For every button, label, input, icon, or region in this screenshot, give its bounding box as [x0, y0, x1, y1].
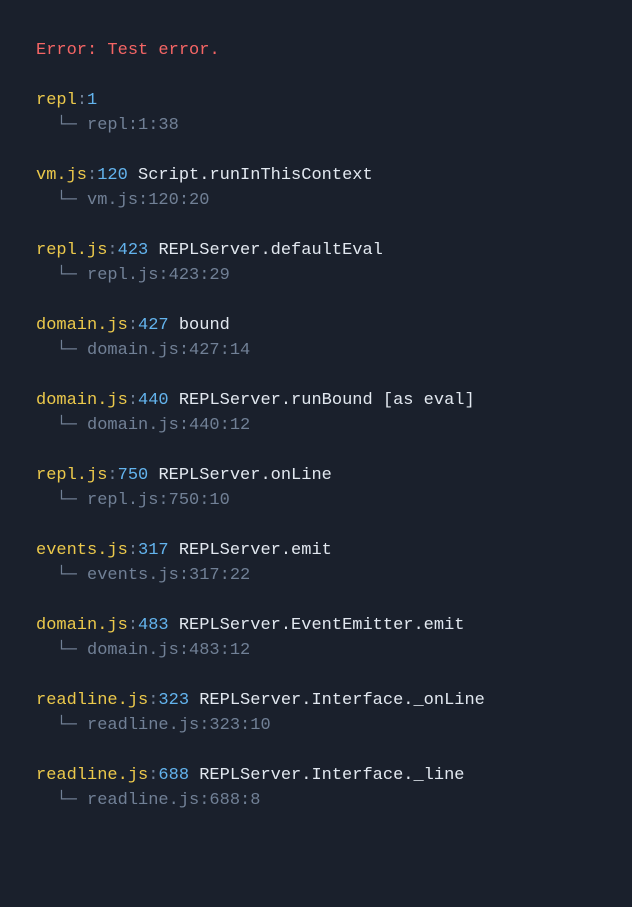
- error-message: Test error.: [107, 41, 219, 60]
- tree-icon: └─: [36, 491, 87, 510]
- stack-frame: domain.js:483 REPLServer.EventEmitter.em…: [36, 613, 596, 664]
- frame-method: bound: [179, 316, 230, 335]
- tree-icon: └─: [36, 716, 87, 735]
- frame-file: readline.js: [36, 691, 148, 710]
- frame-line: 750: [118, 466, 149, 485]
- stack-frame: repl.js:423 REPLServer.defaultEval └─ re…: [36, 238, 596, 289]
- frame-line: 440: [138, 391, 169, 410]
- frame-line: 120: [97, 166, 128, 185]
- frame-line: 423: [118, 241, 149, 260]
- frame-source-line: └─ domain.js:440:12: [36, 413, 596, 439]
- frame-source-line: └─ events.js:317:22: [36, 563, 596, 589]
- stack-frame: domain.js:427 bound └─ domain.js:427:14: [36, 313, 596, 364]
- frame-source: domain.js:427:14: [87, 341, 250, 360]
- frame-file: domain.js: [36, 391, 128, 410]
- stack-frame: repl.js:750 REPLServer.onLine └─ repl.js…: [36, 463, 596, 514]
- frame-top-line: vm.js:120 Script.runInThisContext: [36, 163, 596, 189]
- frame-method: Script.runInThisContext: [138, 166, 373, 185]
- frame-method: REPLServer.Interface._onLine: [199, 691, 485, 710]
- frame-method: REPLServer.runBound [as eval]: [179, 391, 475, 410]
- stack-frame: readline.js:323 REPLServer.Interface._on…: [36, 688, 596, 739]
- frame-source: repl:1:38: [87, 116, 179, 135]
- frame-file: repl.js: [36, 241, 107, 260]
- stack-trace: repl:1 └─ repl:1:38 vm.js:120 Script.run…: [36, 88, 596, 814]
- frame-source: readline.js:323:10: [87, 716, 271, 735]
- frame-source-line: └─ repl.js:750:10: [36, 488, 596, 514]
- error-line: Error: Test error.: [36, 38, 596, 64]
- frame-source: domain.js:483:12: [87, 641, 250, 660]
- frame-top-line: domain.js:427 bound: [36, 313, 596, 339]
- frame-method: REPLServer.defaultEval: [158, 241, 382, 260]
- frame-file: domain.js: [36, 316, 128, 335]
- frame-top-line: domain.js:440 REPLServer.runBound [as ev…: [36, 388, 596, 414]
- tree-icon: └─: [36, 191, 87, 210]
- error-prefix: Error:: [36, 41, 97, 60]
- frame-line: 688: [158, 766, 189, 785]
- frame-file: readline.js: [36, 766, 148, 785]
- frame-source: readline.js:688:8: [87, 791, 260, 810]
- frame-file: vm.js: [36, 166, 87, 185]
- frame-file: events.js: [36, 541, 128, 560]
- tree-icon: └─: [36, 116, 87, 135]
- stack-frame: events.js:317 REPLServer.emit └─ events.…: [36, 538, 596, 589]
- frame-source-line: └─ readline.js:323:10: [36, 713, 596, 739]
- tree-icon: └─: [36, 791, 87, 810]
- tree-icon: └─: [36, 416, 87, 435]
- frame-method: REPLServer.Interface._line: [199, 766, 464, 785]
- stack-frame: domain.js:440 REPLServer.runBound [as ev…: [36, 388, 596, 439]
- frame-file: repl.js: [36, 466, 107, 485]
- frame-line: 483: [138, 616, 169, 635]
- frame-source: domain.js:440:12: [87, 416, 250, 435]
- frame-source-line: └─ domain.js:427:14: [36, 338, 596, 364]
- frame-source-line: └─ vm.js:120:20: [36, 188, 596, 214]
- frame-top-line: repl.js:423 REPLServer.defaultEval: [36, 238, 596, 264]
- frame-source-line: └─ readline.js:688:8: [36, 788, 596, 814]
- frame-method: REPLServer.onLine: [158, 466, 331, 485]
- frame-line: 1: [87, 91, 97, 110]
- frame-source: repl.js:750:10: [87, 491, 230, 510]
- frame-source: vm.js:120:20: [87, 191, 209, 210]
- stack-frame: vm.js:120 Script.runInThisContext └─ vm.…: [36, 163, 596, 214]
- tree-icon: └─: [36, 266, 87, 285]
- frame-top-line: repl:1: [36, 88, 596, 114]
- frame-source-line: └─ repl.js:423:29: [36, 263, 596, 289]
- frame-method: REPLServer.emit: [179, 541, 332, 560]
- tree-icon: └─: [36, 341, 87, 360]
- frame-file: repl: [36, 91, 77, 110]
- frame-source: repl.js:423:29: [87, 266, 230, 285]
- frame-source-line: └─ domain.js:483:12: [36, 638, 596, 664]
- frame-top-line: domain.js:483 REPLServer.EventEmitter.em…: [36, 613, 596, 639]
- tree-icon: └─: [36, 641, 87, 660]
- frame-top-line: readline.js:688 REPLServer.Interface._li…: [36, 763, 596, 789]
- frame-method: REPLServer.EventEmitter.emit: [179, 616, 465, 635]
- frame-top-line: readline.js:323 REPLServer.Interface._on…: [36, 688, 596, 714]
- frame-source: events.js:317:22: [87, 566, 250, 585]
- frame-file: domain.js: [36, 616, 128, 635]
- frame-line: 317: [138, 541, 169, 560]
- frame-source-line: └─ repl:1:38: [36, 113, 596, 139]
- frame-line: 323: [158, 691, 189, 710]
- frame-top-line: events.js:317 REPLServer.emit: [36, 538, 596, 564]
- tree-icon: └─: [36, 566, 87, 585]
- stack-frame: readline.js:688 REPLServer.Interface._li…: [36, 763, 596, 814]
- stack-frame: repl:1 └─ repl:1:38: [36, 88, 596, 139]
- frame-line: 427: [138, 316, 169, 335]
- frame-top-line: repl.js:750 REPLServer.onLine: [36, 463, 596, 489]
